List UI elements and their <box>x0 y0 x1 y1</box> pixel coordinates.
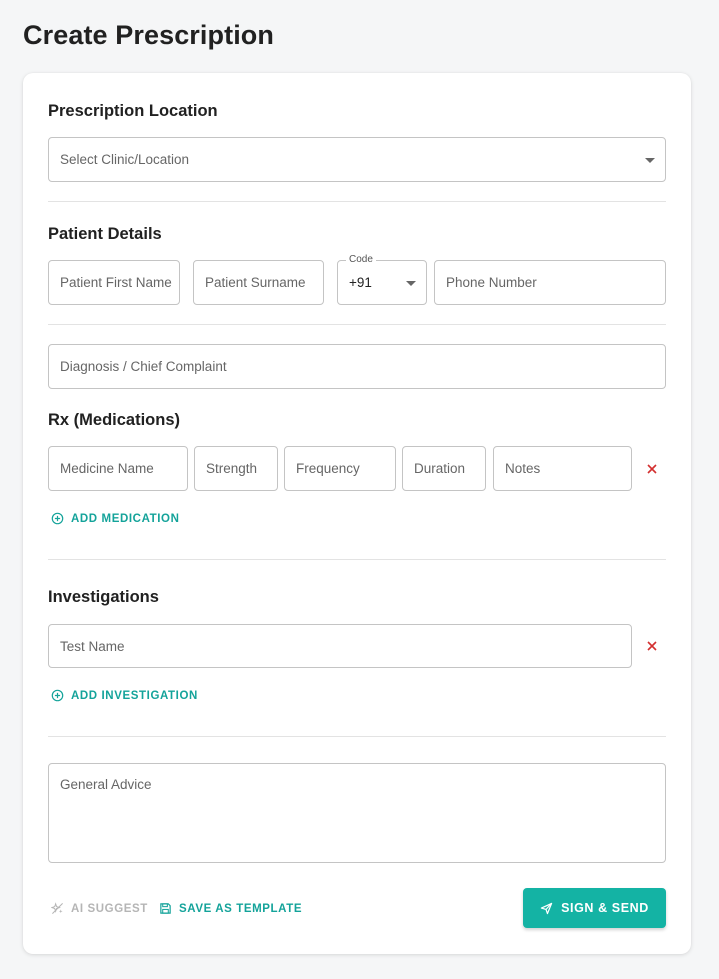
sign-and-send-label: SIGN & SEND <box>561 901 649 915</box>
save-as-template-label: SAVE AS TEMPLATE <box>179 902 303 915</box>
notes-input[interactable]: Notes <box>493 446 632 491</box>
caret-down-icon <box>645 158 655 163</box>
divider <box>48 736 666 737</box>
divider <box>48 559 666 560</box>
sign-and-send-button[interactable]: SIGN & SEND <box>523 888 666 928</box>
investigations-section-title: Investigations <box>48 588 159 606</box>
medicine-name-input[interactable]: Medicine Name <box>48 446 188 491</box>
patient-section-title: Patient Details <box>48 225 162 243</box>
code-label: Code <box>346 254 376 265</box>
duration-input[interactable]: Duration <box>402 446 486 491</box>
rx-section-title: Rx (Medications) <box>48 411 181 429</box>
page-title: Create Prescription <box>23 20 274 50</box>
prescription-form-card: Prescription Location Select Clinic/Loca… <box>23 73 691 954</box>
divider <box>48 324 666 325</box>
save-icon <box>160 903 171 914</box>
send-icon <box>540 902 553 914</box>
duration-placeholder: Duration <box>414 461 466 476</box>
country-code-select[interactable]: Code +91 <box>337 254 427 305</box>
diagnosis-input[interactable]: Diagnosis / Chief Complaint <box>48 344 666 389</box>
patient-first-name-input[interactable]: Patient First Name <box>48 260 180 305</box>
clinic-location-select[interactable]: Select Clinic/Location <box>48 137 666 182</box>
save-as-template-button[interactable]: SAVE AS TEMPLATE <box>159 902 302 915</box>
phone-number-input[interactable]: Phone Number <box>434 260 666 305</box>
caret-down-icon <box>406 281 416 286</box>
location-section-title: Prescription Location <box>48 102 218 120</box>
add-investigation-label: ADD INVESTIGATION <box>71 689 198 702</box>
remove-investigation-close-icon[interactable] <box>645 639 659 653</box>
remove-medication-close-icon[interactable] <box>645 462 659 476</box>
add-medication-label: ADD MEDICATION <box>71 512 180 525</box>
patient-surname-input[interactable]: Patient Surname <box>193 260 324 305</box>
divider <box>48 201 666 202</box>
country-code-value: +91 <box>349 275 372 290</box>
ai-suggest-button[interactable]: AI SUGGEST <box>51 902 148 915</box>
test-name-input[interactable]: Test Name <box>48 624 632 668</box>
plus-circle-icon <box>51 512 64 525</box>
surname-placeholder: Patient Surname <box>205 275 306 290</box>
general-advice-placeholder: General Advice <box>60 777 152 792</box>
phone-placeholder: Phone Number <box>446 275 537 290</box>
test-name-placeholder: Test Name <box>60 638 125 654</box>
general-advice-textarea[interactable]: General Advice <box>48 763 666 863</box>
sparkle-icon <box>51 902 63 914</box>
clinic-location-placeholder: Select Clinic/Location <box>60 152 190 167</box>
medicine-placeholder: Medicine Name <box>60 461 154 476</box>
frequency-placeholder: Frequency <box>296 461 360 476</box>
plus-circle-icon <box>51 689 64 702</box>
frequency-input[interactable]: Frequency <box>284 446 396 491</box>
diagnosis-placeholder: Diagnosis / Chief Complaint <box>60 359 227 374</box>
add-investigation-button[interactable]: ADD INVESTIGATION <box>51 689 198 702</box>
strength-placeholder: Strength <box>206 461 258 476</box>
first-name-placeholder: Patient First Name <box>60 275 172 290</box>
ai-suggest-label: AI SUGGEST <box>71 902 148 915</box>
strength-input[interactable]: Strength <box>194 446 278 491</box>
notes-placeholder: Notes <box>505 461 541 476</box>
add-medication-button[interactable]: ADD MEDICATION <box>51 512 180 525</box>
